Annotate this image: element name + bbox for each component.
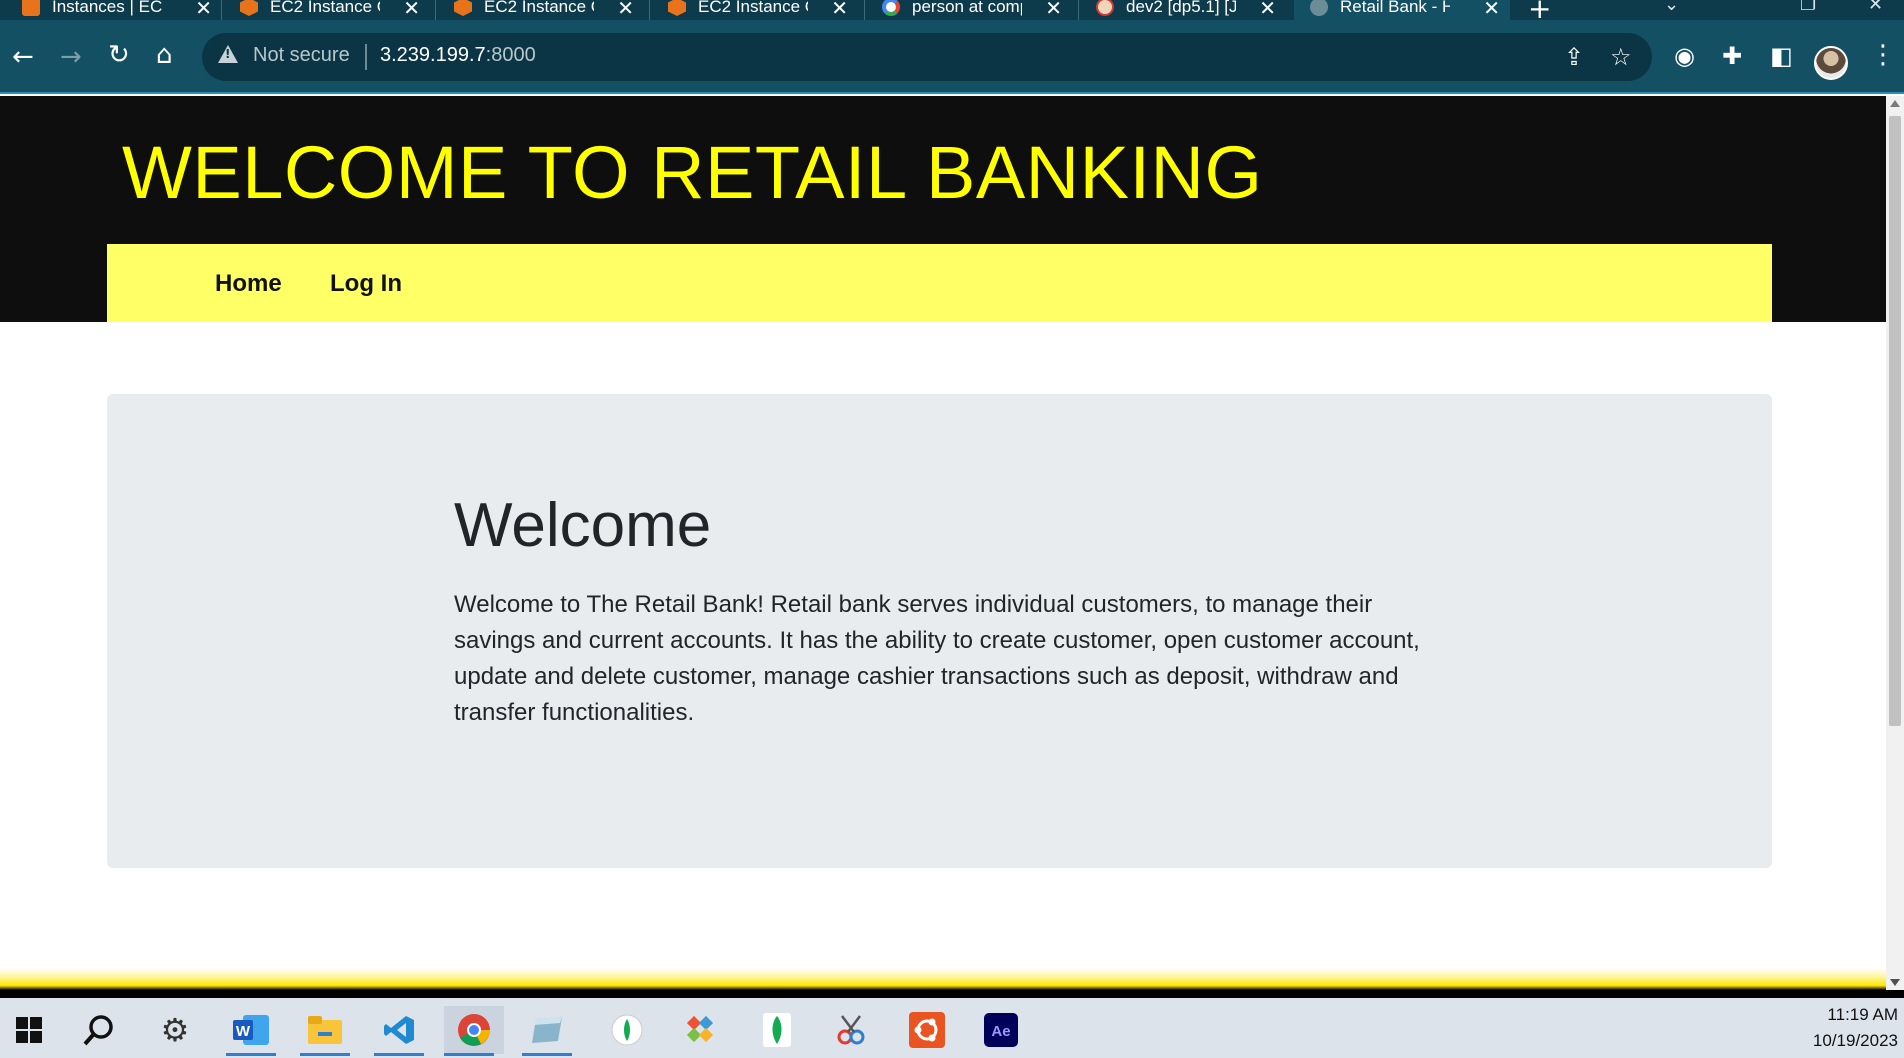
nav-home-link[interactable]: Home [215,270,282,298]
address-divider [365,44,367,70]
browser-tab-strip: Instances | EC2 ✕ EC2 Instance Connect ✕… [0,0,1904,20]
browser-tab-active[interactable]: Retail Bank - Home ✕ [1294,0,1510,20]
site-title: WELCOME TO RETAIL BANKING [122,131,1263,214]
footer-bar [0,968,1886,990]
browser-tab[interactable]: EC2 Instance Connect ✕ [668,0,848,20]
side-panel-icon[interactable]: ◧ [1770,44,1793,68]
reload-icon[interactable]: ↻ [108,42,130,68]
windows-taskbar: ⚙ W Ae 11:19 AM 10/19/2023 [0,990,1904,1058]
tab-separator [435,0,436,20]
clock-date: 10/19/2023 [1812,1031,1898,1050]
restore-window-icon[interactable]: ❐ [1800,0,1816,15]
tab-title: EC2 Instance Connect [270,0,380,16]
clock-time: 11:19 AM [1827,1005,1898,1024]
profile-avatar[interactable] [1814,46,1848,80]
back-icon[interactable]: ← [12,44,34,70]
tab-title: Instances | EC2 [52,0,162,16]
tab-separator [649,0,650,20]
google-icon [882,0,900,16]
browser-tab[interactable]: EC2 Instance Connect ✕ [454,0,634,20]
system-clock[interactable]: 11:19 AM 10/19/2023 [1813,1002,1898,1054]
browser-tab[interactable]: Instances | EC2 ✕ [22,0,212,20]
word-icon[interactable]: W [226,1006,276,1056]
svg-text:W: W [236,1023,251,1040]
url-host: 3.239.199.7 [380,44,486,66]
globe-icon [1310,0,1328,16]
snipping-tool-icon[interactable] [826,1006,876,1054]
site-header: WELCOME TO RETAIL BANKING Home Log In [0,96,1886,322]
home-icon[interactable]: ⌂ [156,42,173,68]
close-icon[interactable]: ✕ [1045,0,1062,20]
settings-icon[interactable]: ⚙ [150,1006,200,1054]
tab-title: Retail Bank - Home [1340,0,1450,16]
scroll-thumb[interactable] [1889,116,1901,726]
close-icon[interactable]: ✕ [1483,0,1500,20]
mongodb-icon[interactable] [752,1006,802,1054]
close-icon[interactable]: ✕ [403,0,420,20]
virtualbox-icon[interactable] [522,1006,572,1056]
aws-ec2-icon [240,0,258,16]
security-label[interactable]: Not secure [253,44,350,67]
scroll-down-arrow-icon[interactable] [1890,979,1900,986]
welcome-heading: Welcome [454,491,712,560]
tab-title: person at computer [912,0,1022,16]
browser-tab[interactable]: dev2 [dp5.1] [Jenkins] ✕ [1096,0,1276,20]
file-explorer-icon[interactable] [300,1006,350,1056]
close-icon[interactable]: ✕ [617,0,634,20]
after-effects-icon[interactable]: Ae [976,1006,1026,1054]
aws-instances-icon [22,0,40,16]
tab-title: dev2 [dp5.1] [Jenkins] [1126,0,1236,16]
mongodb-compass-icon[interactable] [602,1006,652,1054]
git-icon[interactable] [676,1006,726,1054]
windows-start-icon[interactable] [4,1006,54,1054]
extensions-puzzle-icon[interactable]: ✚ [1722,44,1742,68]
tab-separator [1078,0,1079,20]
scroll-up-arrow-icon[interactable] [1890,100,1900,107]
url-text[interactable]: 3.239.199.7:8000 [380,44,536,67]
bookmark-star-icon[interactable]: ☆ [1610,43,1632,71]
close-icon[interactable]: ✕ [831,0,848,20]
address-bar[interactable]: Not secure 3.239.199.7:8000 ⇪ ☆ [202,33,1652,81]
welcome-jumbotron: Welcome Welcome to The Retail Bank! Reta… [107,394,1772,868]
vscode-icon[interactable] [374,1006,424,1056]
aws-ec2-icon [668,0,686,16]
new-tab-button[interactable]: + [1528,0,1551,20]
site-navbar: Home Log In [107,244,1772,322]
close-icon[interactable]: ✕ [1259,0,1276,20]
warning-icon[interactable] [218,45,238,63]
tab-separator [864,0,865,20]
tab-search-icon[interactable]: ⌄ [1664,0,1679,15]
tab-title: EC2 Instance Connect [484,0,594,16]
tab-separator [221,0,222,20]
extension-circle-icon[interactable]: ◉ [1674,44,1695,68]
search-icon[interactable] [74,1006,124,1054]
jenkins-icon [1096,0,1114,16]
browser-tab[interactable]: EC2 Instance Connect ✕ [240,0,420,20]
welcome-paragraph: Welcome to The Retail Bank! Retail bank … [454,591,1420,726]
url-port: :8000 [485,44,536,66]
menu-kebab-icon[interactable]: ⋮ [1870,42,1896,68]
svg-text:Ae: Ae [991,1023,1010,1040]
chrome-icon[interactable] [444,1006,504,1056]
tab-title: EC2 Instance Connect [698,0,808,16]
forward-icon[interactable]: → [60,44,82,70]
nav-login-link[interactable]: Log In [330,270,402,298]
ubuntu-icon[interactable] [902,1006,952,1054]
browser-toolbar: ← → ↻ ⌂ Not secure 3.239.199.7:8000 ⇪ ☆ … [0,20,1904,94]
close-icon[interactable]: ✕ [195,0,212,20]
page-scrollbar[interactable] [1886,96,1904,990]
aws-ec2-icon [454,0,472,16]
share-icon[interactable]: ⇪ [1564,43,1584,71]
web-page: WELCOME TO RETAIL BANKING Home Log In We… [0,96,1886,990]
browser-tab[interactable]: person at computer ✕ [882,0,1062,20]
close-window-icon[interactable]: ✕ [1868,0,1883,15]
